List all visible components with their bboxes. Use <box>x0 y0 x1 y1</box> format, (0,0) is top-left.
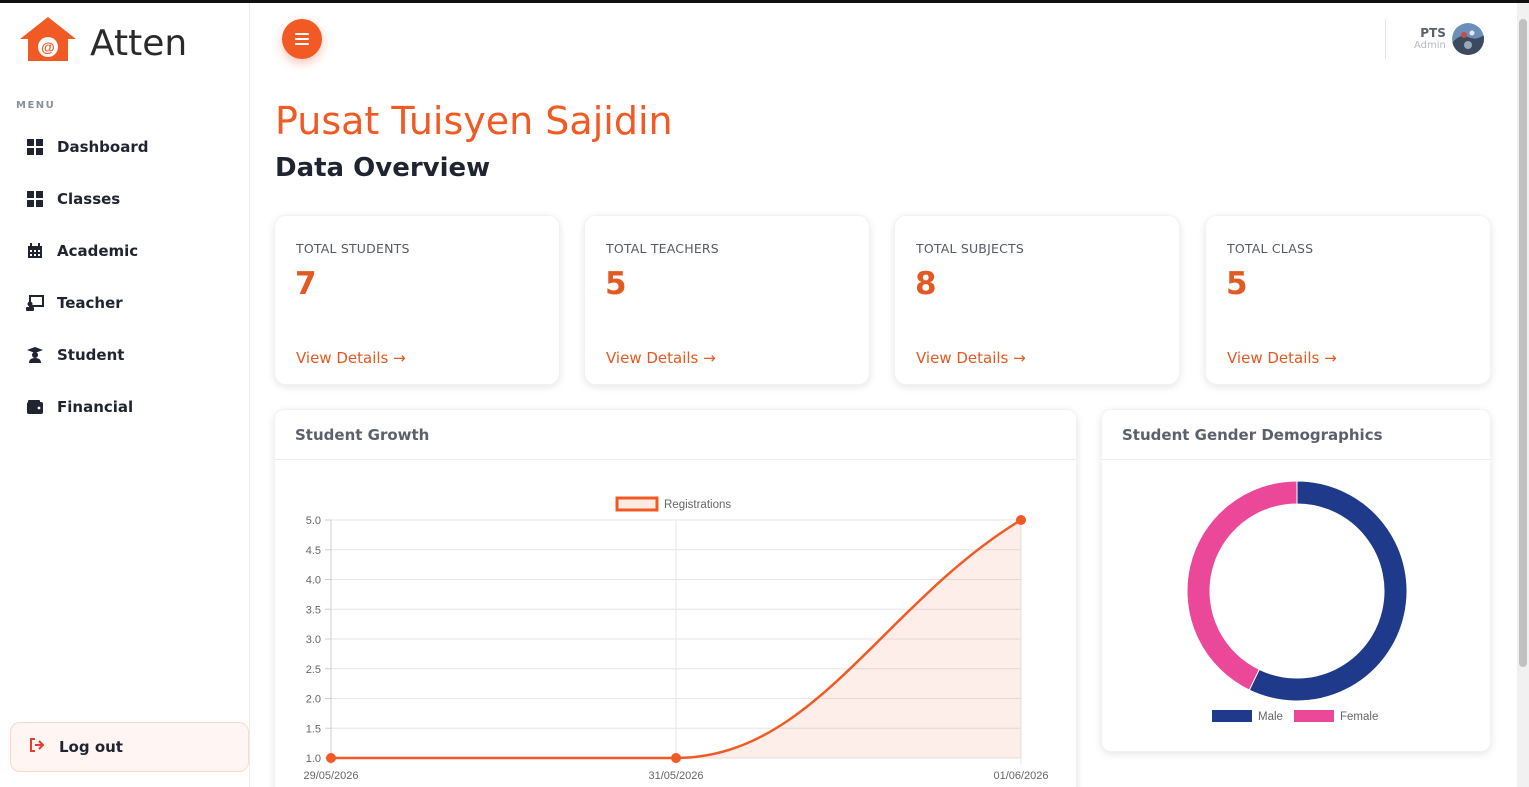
view-details-link[interactable]: View Details → <box>1227 349 1337 367</box>
y-tick-label: 2.0 <box>306 694 321 706</box>
student-growth-chart: Registrations 5.0 4.5 4.0 3.5 3.0 2.5 2.0 1.5 1.0… <box>303 496 1049 782</box>
data-point[interactable] <box>671 753 681 763</box>
y-tick-label: 1.0 <box>306 753 321 765</box>
donut-slice-female[interactable] <box>1186 480 1298 691</box>
chart-legend: Registrations <box>615 496 731 512</box>
x-tick-label: 31/05/2026 <box>648 770 703 782</box>
y-tick-label: 4.0 <box>306 575 321 587</box>
page-subtitle: Data Overview <box>275 153 491 183</box>
stat-label: TOTAL STUDENTS <box>296 241 410 256</box>
brand-name: Atten <box>90 22 188 64</box>
view-details-link[interactable]: View Details → <box>296 349 406 367</box>
sidebar-item-financial[interactable]: Financial <box>0 381 249 433</box>
dashboard-grid-icon <box>26 138 44 156</box>
legend-swatch <box>1294 710 1334 722</box>
sidebar-item-label: Classes <box>57 190 121 208</box>
stat-label: TOTAL CLASS <box>1227 241 1314 256</box>
y-tick-label: 2.5 <box>306 664 321 676</box>
stat-card-subjects: TOTAL SUBJECTS 8 View Details → <box>894 215 1180 385</box>
stat-card-class: TOTAL CLASS 5 View Details → <box>1205 215 1491 385</box>
x-tick-label: 29/05/2026 <box>303 770 358 782</box>
menu-heading: MENU <box>16 100 56 111</box>
sidebar-item-label: Teacher <box>57 294 123 312</box>
student-growth-panel: Student Growth Registrations 5.0 4.5 4.0 3.5… <box>274 409 1077 787</box>
avatar[interactable] <box>1451 23 1484 55</box>
sidebar-item-dashboard[interactable]: Dashboard <box>0 121 249 173</box>
gender-demographics-panel: Student Gender Demographics Male Female <box>1101 409 1491 752</box>
stat-card-students: TOTAL STUDENTS 7 View Details → <box>274 215 560 385</box>
user-info: PTS Admin <box>1414 25 1446 52</box>
gender-donut-chart: Male Female <box>1186 480 1408 723</box>
y-tick-label: 1.5 <box>306 723 321 735</box>
sidebar-item-student[interactable]: Student <box>0 329 249 381</box>
brand-logo-icon: @ <box>20 17 76 61</box>
y-tick-label: 3.5 <box>306 604 321 616</box>
graduate-icon <box>26 346 44 364</box>
stat-card-teachers: TOTAL TEACHERS 5 View Details → <box>584 215 870 385</box>
sidebar-item-academic[interactable]: Academic <box>0 225 249 277</box>
page-title: Pusat Tuisyen Sajidin <box>275 99 673 143</box>
calendar-icon <box>26 242 44 260</box>
legend-label: Male <box>1258 711 1283 723</box>
hamburger-icon <box>295 33 309 45</box>
wallet-icon <box>26 398 44 416</box>
avatar-image-icon <box>1451 23 1484 55</box>
legend-label: Registrations <box>664 499 731 511</box>
menu-toggle-button[interactable] <box>282 19 322 59</box>
x-tick-label: 01/06/2026 <box>993 770 1048 782</box>
stat-label: TOTAL SUBJECTS <box>916 241 1024 256</box>
logout-button[interactable]: Log out <box>10 722 249 772</box>
sidebar-item-teacher[interactable]: Teacher <box>0 277 249 329</box>
logout-label: Log out <box>59 738 123 756</box>
teacher-board-icon <box>26 294 44 312</box>
sidebar-item-label: Financial <box>57 398 134 416</box>
user-role: Admin <box>1414 40 1446 52</box>
scrollbar-thumb[interactable] <box>1519 19 1527 667</box>
legend-label: Female <box>1340 711 1378 723</box>
user-menu[interactable]: PTS Admin <box>1385 19 1484 59</box>
grid-icon <box>26 190 44 208</box>
user-name: PTS <box>1420 25 1446 40</box>
sidebar-menu: Dashboard Classes Academic Teacher Stude… <box>0 121 249 433</box>
stat-value: 7 <box>295 266 317 302</box>
y-tick-label: 5.0 <box>306 515 321 527</box>
panel-title: Student Gender Demographics <box>1102 410 1490 460</box>
y-tick-label: 3.0 <box>306 634 321 646</box>
data-point[interactable] <box>326 753 336 763</box>
stat-value: 5 <box>605 266 627 302</box>
sidebar: @ Atten MENU Dashboard Classes Academic <box>0 3 250 787</box>
y-tick-label: 4.5 <box>306 545 321 557</box>
brand[interactable]: @ Atten <box>18 13 187 73</box>
sidebar-item-label: Academic <box>57 242 139 260</box>
stat-value: 8 <box>915 266 937 302</box>
stat-label: TOTAL TEACHERS <box>606 241 719 256</box>
data-point[interactable] <box>1016 515 1026 525</box>
stat-value: 5 <box>1226 266 1248 302</box>
view-details-link[interactable]: View Details → <box>606 349 716 367</box>
chart-legend: Male Female <box>1212 710 1378 723</box>
sidebar-item-label: Dashboard <box>57 138 149 156</box>
donut-slice-male[interactable] <box>1248 480 1408 702</box>
sidebar-item-classes[interactable]: Classes <box>0 173 249 225</box>
view-details-link[interactable]: View Details → <box>916 349 1026 367</box>
sidebar-item-label: Student <box>57 346 125 364</box>
panel-title: Student Growth <box>275 410 1076 460</box>
logout-icon <box>29 737 45 757</box>
brand-logo-text: @ <box>41 39 55 55</box>
legend-swatch <box>1212 710 1252 722</box>
scrollbar[interactable] <box>1517 3 1529 787</box>
legend-swatch <box>615 496 659 512</box>
